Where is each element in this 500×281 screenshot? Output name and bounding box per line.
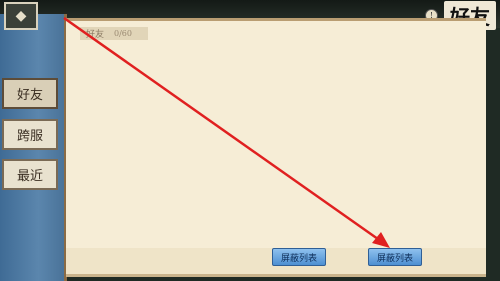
annotation-arrow [63, 16, 390, 248]
arrow-line [63, 16, 386, 246]
arrow-head [372, 232, 390, 248]
